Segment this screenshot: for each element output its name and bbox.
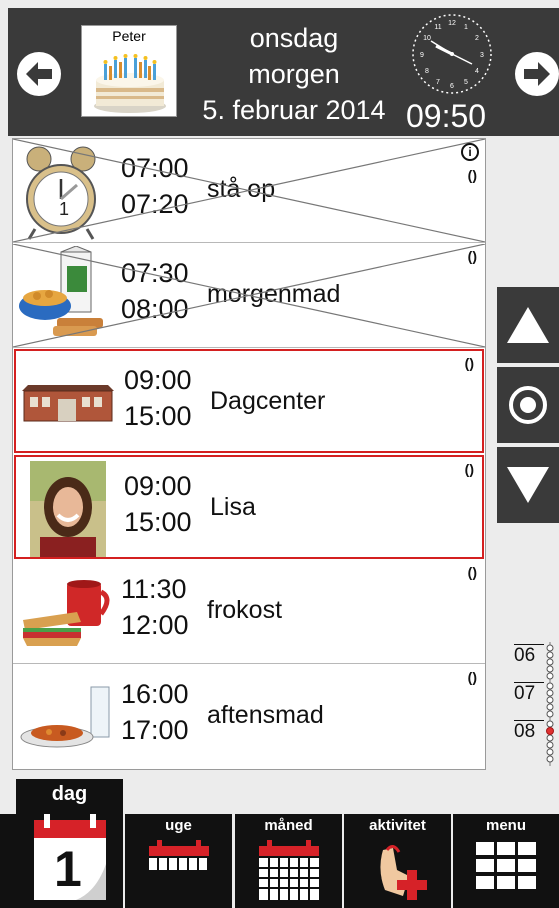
birthday-cake-icon [94,54,166,113]
tab-label: uge [165,817,192,834]
activity-label: Dagcenter [210,387,326,415]
add-activity-icon [379,845,427,900]
month-calendar-icon [258,840,319,900]
start-time: 11:30 [121,574,187,604]
previous-day-button[interactable] [17,52,61,96]
building-icon [22,385,114,422]
activity-item[interactable]: 07:30 08:00 morgenmad () [13,244,485,348]
timeline-hour: 08 [514,720,544,743]
view-tab-bar: dag 1 uge måned aktivitet menu [0,779,559,908]
arrow-right-icon [524,62,550,86]
tab-maaned[interactable]: måned [235,814,342,908]
start-time: 07:00 [121,153,189,183]
day-calendar-icon: 1 [33,814,106,900]
sandwich-mug-icon [23,580,110,646]
svg-text:1: 1 [464,24,468,31]
profile-name: Peter [112,28,146,44]
current-time: 09:50 [406,98,487,134]
triangle-up-icon [507,307,549,343]
jump-to-now-button[interactable] [497,367,559,443]
weekday-label: onsdag [249,23,339,53]
activity-label: morgenmad [207,280,341,308]
repeat-icon: () [467,248,477,264]
breakfast-icon [19,246,103,336]
tab-dag[interactable]: dag 1 [16,779,123,908]
activity-label: frokost [207,596,283,624]
scroll-up-button[interactable] [497,287,559,363]
hour-timeline[interactable]: 06 07 08 [513,640,559,770]
svg-text:8: 8 [425,68,429,75]
start-time: 09:00 [124,471,192,501]
svg-text:5: 5 [464,79,468,86]
daypart-label: morgen [248,59,340,89]
tab-label: aktivitet [369,817,426,834]
alarm-clock-icon: 1 [26,146,96,240]
repeat-icon: () [467,167,477,183]
tab-label: måned [264,817,313,834]
soup-bowl-icon [20,686,110,748]
date-display: onsdag morgen 5. februar 2014 [194,20,394,128]
date-label: 5. februar 2014 [202,95,386,125]
person-photo [30,461,106,557]
activity-label: stå op [207,175,276,203]
header-bar: Peter onsdag morgen 5. februar 2014 12 1… [8,8,559,136]
activity-item[interactable]: 11:30 12:00 frokost () [13,560,485,664]
svg-text:1: 1 [54,841,82,897]
tabbar-edge [0,814,16,908]
tab-label: dag [51,783,88,805]
svg-text:2: 2 [475,35,479,42]
svg-text:10: 10 [423,35,431,42]
end-time: 12:00 [121,610,189,640]
profile-card[interactable]: Peter [81,25,177,117]
next-day-button[interactable] [515,52,559,96]
end-time: 15:00 [124,507,192,537]
activity-item[interactable]: 16:00 17:00 aftensmad () [13,665,485,769]
end-time: 08:00 [121,294,189,324]
activity-item[interactable]: 09:00 15:00 Dagcenter () [14,349,484,453]
end-time: 07:20 [121,189,189,219]
start-time: 09:00 [124,365,192,395]
activity-item[interactable]: 1 07:00 07:20 stå op i () [13,139,485,243]
scroll-down-button[interactable] [497,447,559,523]
activity-label: aftensmad [207,701,324,729]
tab-uge[interactable]: uge [125,814,232,908]
svg-text:12: 12 [448,20,456,27]
timeline-beads-icon [546,642,554,766]
target-circle-icon [509,386,547,424]
activity-list[interactable]: 1 07:00 07:20 stå op i () 07:30 08:00 mo… [12,138,486,770]
end-time: 17:00 [121,715,189,745]
svg-text:1: 1 [59,199,69,219]
svg-text:3: 3 [480,52,484,59]
timeline-hour: 06 [514,644,544,667]
timeline-hour: 07 [514,682,544,705]
tab-aktivitet[interactable]: aktivitet [344,814,451,908]
svg-text:6: 6 [450,83,454,90]
activity-label: Lisa [210,493,256,521]
repeat-icon: () [467,669,477,685]
analog-clock-icon: 12 12 3 45 6 78 9 1011 [412,14,492,94]
start-time: 16:00 [121,679,189,709]
repeat-icon: () [464,355,474,371]
grid-menu-icon [476,842,536,889]
repeat-icon: () [464,461,474,477]
start-time: 07:30 [121,258,189,288]
tab-menu[interactable]: menu [453,814,559,908]
repeat-icon: () [467,564,477,580]
activity-item[interactable]: 09:00 15:00 Lisa () [14,455,484,559]
end-time: 15:00 [124,401,192,431]
svg-text:4: 4 [475,68,479,75]
info-icon[interactable]: i [461,143,479,161]
svg-text:7: 7 [436,79,440,86]
week-calendar-icon [148,840,209,870]
arrow-left-icon [26,62,52,86]
tab-label: menu [485,817,526,834]
triangle-down-icon [507,467,549,503]
svg-text:11: 11 [434,24,441,31]
svg-text:9: 9 [420,52,424,59]
